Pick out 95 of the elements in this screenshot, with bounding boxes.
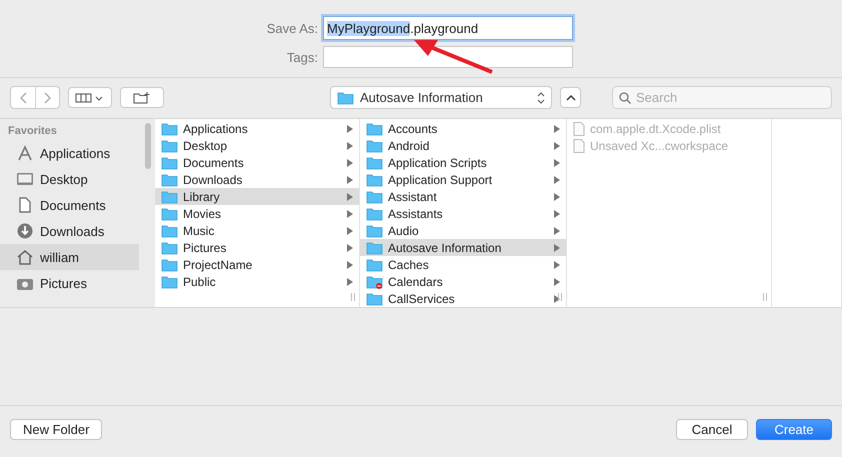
- new-folder-button[interactable]: New Folder: [10, 419, 102, 440]
- file-name-field[interactable]: MyPlayground.playground: [323, 16, 573, 40]
- tags-label: Tags:: [286, 50, 318, 64]
- restricted-folder-icon: [366, 274, 383, 288]
- disclosure-arrow-icon: [554, 124, 560, 132]
- column-resize-handle[interactable]: [558, 293, 562, 301]
- folder-item[interactable]: Audio: [360, 222, 566, 239]
- column-resize-handle[interactable]: [351, 293, 355, 301]
- document-icon: [573, 122, 585, 136]
- search-icon: [619, 92, 631, 104]
- folder-item[interactable]: Android: [360, 137, 566, 154]
- folder-icon: [366, 172, 383, 186]
- document-icon: [573, 138, 585, 152]
- chevron-left-icon: [20, 92, 26, 104]
- folder-item[interactable]: Desktop: [155, 137, 359, 154]
- save-as-label: Save As:: [266, 20, 318, 36]
- disclosure-arrow-icon: [347, 278, 353, 286]
- up-down-chevron-icon: [537, 92, 545, 104]
- sidebar-item[interactable]: Applications: [0, 140, 139, 166]
- folder-icon: [366, 156, 383, 170]
- folder-icon: [337, 90, 354, 104]
- disclosure-arrow-icon: [347, 142, 353, 150]
- column-resize-handle[interactable]: [763, 293, 767, 301]
- disclosure-arrow-icon: [554, 226, 560, 234]
- folder-item[interactable]: Assistant: [360, 188, 566, 205]
- folder-icon: [161, 274, 178, 288]
- disclosure-arrow-icon: [347, 260, 353, 268]
- folder-item[interactable]: Autosave Information: [360, 239, 566, 256]
- disclosure-arrow-icon: [554, 192, 560, 200]
- home-icon: [16, 249, 34, 265]
- folder-icon: [161, 190, 178, 204]
- sidebar-item[interactable]: Pictures: [0, 270, 139, 296]
- folder-plus-icon: [133, 91, 151, 104]
- folder-icon: [366, 240, 383, 254]
- view-mode-button[interactable]: [68, 87, 112, 108]
- sidebar-item[interactable]: Desktop: [0, 166, 139, 192]
- disclosure-arrow-icon: [347, 244, 353, 252]
- columns-icon: [75, 92, 105, 104]
- folder-icon: [366, 206, 383, 220]
- disclosure-arrow-icon: [347, 176, 353, 184]
- disclosure-arrow-icon: [554, 260, 560, 268]
- folder-icon: [161, 258, 178, 272]
- disclosure-arrow-icon: [347, 158, 353, 166]
- folder-icon: [366, 292, 383, 306]
- disclosure-arrow-icon: [554, 142, 560, 150]
- chevron-up-icon: [566, 94, 576, 100]
- folder-item[interactable]: Caches: [360, 256, 566, 273]
- folder-icon: [161, 138, 178, 152]
- expand-button[interactable]: [560, 87, 581, 108]
- folder-item[interactable]: Downloads: [155, 171, 359, 188]
- sidebar-item[interactable]: Documents: [0, 192, 139, 218]
- folder-item[interactable]: Documents: [155, 154, 359, 171]
- scrollbar-thumb[interactable]: [145, 123, 151, 169]
- folder-icon: [161, 224, 178, 238]
- new-folder-toolbar-button[interactable]: [120, 87, 164, 108]
- folder-item[interactable]: Applications: [155, 120, 359, 137]
- folder-item[interactable]: Movies: [155, 205, 359, 222]
- cancel-button[interactable]: Cancel: [676, 419, 748, 440]
- app-store-icon: [16, 145, 34, 161]
- folder-item[interactable]: Application Support: [360, 171, 566, 188]
- folder-item[interactable]: Library: [155, 188, 359, 205]
- location-popup[interactable]: Autosave Information: [330, 86, 552, 109]
- folder-item[interactable]: Assistants: [360, 205, 566, 222]
- sidebar-item[interactable]: Downloads: [0, 218, 139, 244]
- disclosure-arrow-icon: [554, 158, 560, 166]
- folder-item[interactable]: CallServices: [360, 290, 566, 307]
- folder-icon: [366, 190, 383, 204]
- tags-field[interactable]: [323, 46, 573, 68]
- sidebar-item[interactable]: william: [0, 244, 139, 270]
- folder-icon: [366, 138, 383, 152]
- disclosure-arrow-icon: [347, 226, 353, 234]
- create-button[interactable]: Create: [756, 419, 832, 440]
- chevron-right-icon: [44, 92, 51, 104]
- folder-icon: [161, 240, 178, 254]
- folder-item[interactable]: Application Scripts: [360, 154, 566, 171]
- disclosure-arrow-icon: [554, 278, 560, 286]
- disclosure-arrow-icon: [554, 244, 560, 252]
- disclosure-arrow-icon: [554, 210, 560, 218]
- disclosure-arrow-icon: [347, 210, 353, 218]
- disclosure-arrow-icon: [347, 192, 353, 200]
- folder-item[interactable]: Public: [155, 273, 359, 290]
- folder-icon: [161, 122, 178, 136]
- folder-icon: [161, 156, 178, 170]
- folder-item[interactable]: Calendars: [360, 273, 566, 290]
- folder-item[interactable]: Accounts: [360, 120, 566, 137]
- folder-icon: [366, 122, 383, 136]
- folder-item[interactable]: ProjectName: [155, 256, 359, 273]
- download-icon: [16, 223, 34, 239]
- sidebar-heading: Favorites: [7, 125, 58, 139]
- disclosure-arrow-icon: [554, 176, 560, 184]
- disclosure-arrow-icon: [347, 124, 353, 132]
- folder-item[interactable]: Music: [155, 222, 359, 239]
- monitor-icon: [16, 171, 34, 187]
- disclosure-arrow-icon: [554, 294, 560, 302]
- folder-item[interactable]: Pictures: [155, 239, 359, 256]
